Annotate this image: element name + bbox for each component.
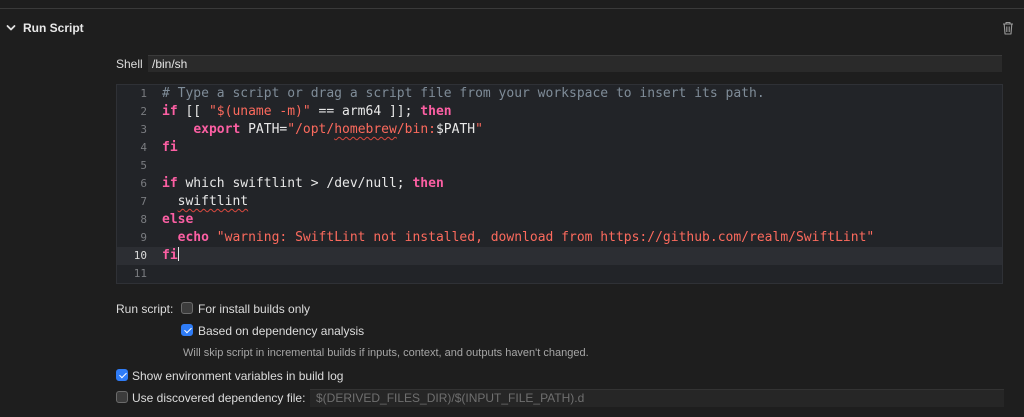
code-text[interactable]: export PATH="/opt/homebrew/bin:$PATH" [162,121,483,139]
code-line[interactable]: 8 else [117,211,1002,229]
trash-icon[interactable] [1001,20,1015,36]
code-line[interactable]: 4 fi [117,139,1002,157]
line-number: 8 [140,213,147,226]
line-number: 11 [133,267,147,280]
install-builds-label[interactable]: For install builds only [198,302,310,316]
code-line[interactable]: 7 swiftlint [117,193,1002,211]
code-line-current[interactable]: 10 fi [117,247,1002,265]
code-line[interactable]: 6 if which swiftlint > /dev/null; then [117,175,1002,193]
line-number: 6 [140,177,147,190]
code-text[interactable]: else [162,211,193,229]
code-text[interactable]: # Type a script or drag a script file fr… [162,85,765,103]
dependency-file-input[interactable]: $(DERIVED_FILES_DIR)/$(INPUT_FILE_PATH).… [310,389,1004,407]
show-env-label[interactable]: Show environment variables in build log [132,369,343,383]
code-line[interactable]: 11 [117,265,1002,283]
code-text[interactable]: if which swiftlint > /dev/null; then [162,175,444,193]
dependency-hint: Will skip script in incremental builds i… [183,347,589,359]
code-text[interactable]: swiftlint [162,193,248,211]
line-number: 1 [140,87,147,100]
code-text[interactable]: if [[ "$(uname -m)" == arm64 ]]; then [162,103,452,121]
code-text[interactable]: echo "warning: SwiftLint not installed, … [162,229,875,247]
line-number: 7 [140,195,147,208]
dependency-analysis-checkbox[interactable] [181,324,193,336]
shell-input[interactable]: /bin/sh [148,55,1002,72]
show-env-checkbox[interactable] [116,369,128,381]
shell-label: Shell [116,57,143,71]
line-number: 5 [140,159,147,172]
chevron-down-icon[interactable] [5,22,17,34]
code-text[interactable]: fi [162,247,180,265]
line-number: 4 [140,141,147,154]
run-script-label: Run script: [116,302,174,316]
code-line[interactable]: 9 echo "warning: SwiftLint not installed… [117,229,1002,247]
code-line[interactable]: 2 if [[ "$(uname -m)" == arm64 ]]; then [117,103,1002,121]
dependency-analysis-label[interactable]: Based on dependency analysis [198,324,364,338]
line-number: 2 [140,105,147,118]
code-line[interactable]: 1 # Type a script or drag a script file … [117,85,1002,103]
code-line[interactable]: 3 export PATH="/opt/homebrew/bin:$PATH" [117,121,1002,139]
run-script-phase-header[interactable]: Run Script [0,18,1024,40]
discovered-dep-label[interactable]: Use discovered dependency file: [132,391,305,405]
line-number: 10 [133,249,147,262]
phase-title: Run Script [23,21,84,35]
discovered-dep-checkbox[interactable] [116,391,128,403]
code-line[interactable]: 5 [117,157,1002,175]
text-caret [177,247,180,261]
shell-row: Shell /bin/sh [116,55,1004,73]
line-number: 9 [140,231,147,244]
script-editor[interactable]: 1 # Type a script or drag a script file … [116,84,1003,284]
code-text[interactable]: fi [162,139,178,157]
section-divider [0,8,1024,9]
line-number: 3 [140,123,147,136]
install-builds-checkbox[interactable] [181,302,193,314]
